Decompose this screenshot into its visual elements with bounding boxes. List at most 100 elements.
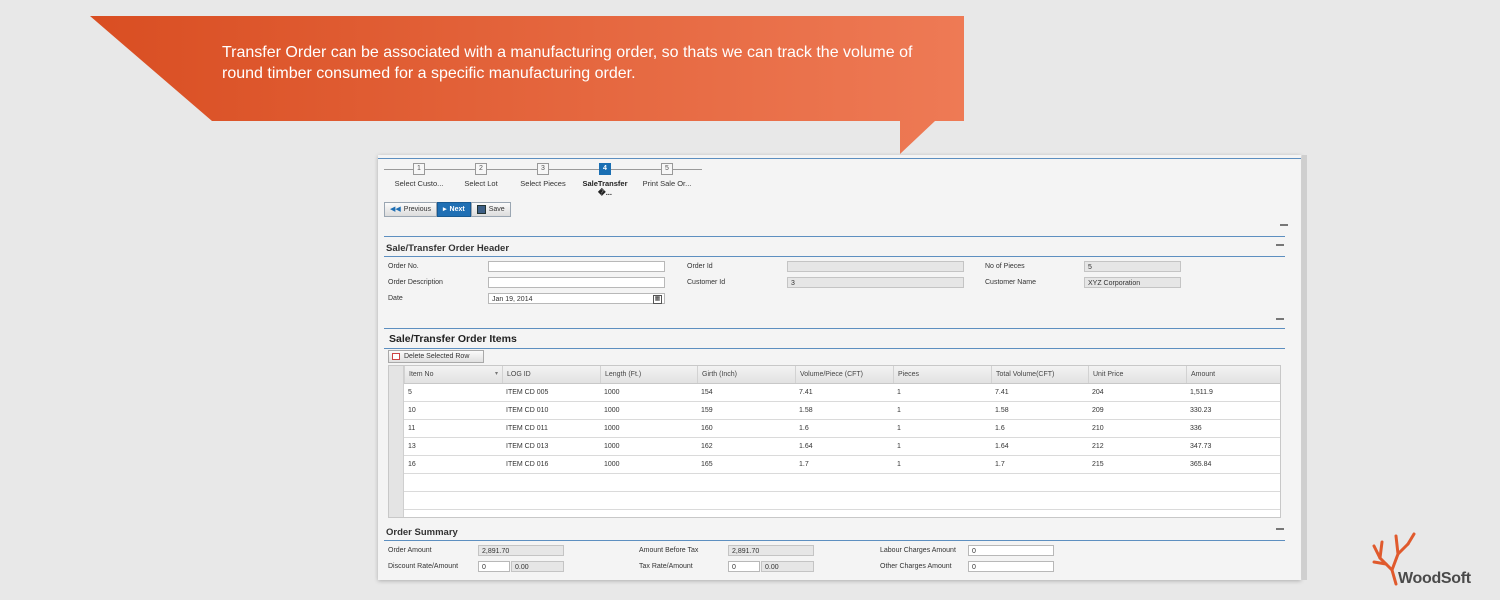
header-section-divider xyxy=(384,236,1285,237)
order-id-field xyxy=(787,261,964,272)
items-section-divider xyxy=(384,328,1285,329)
table-cell: 1.58 xyxy=(995,407,1009,414)
table-cell: 13 xyxy=(408,443,416,450)
delete-selected-row-button[interactable]: Delete Selected Row xyxy=(388,350,484,363)
items-title-underline xyxy=(384,348,1285,349)
table-cell: ITEM CD 005 xyxy=(506,389,549,396)
table-cell: 7.41 xyxy=(995,389,1009,396)
table-row[interactable] xyxy=(404,474,1280,492)
order-amount-field: 2,891.70 xyxy=(478,545,564,556)
order-no-input[interactable] xyxy=(488,261,665,272)
table-cell: ITEM CD 013 xyxy=(506,443,549,450)
labour-charges-label: Labour Charges Amount xyxy=(880,547,956,554)
wizard-step-3[interactable]: 3 Select Pieces xyxy=(508,163,578,188)
labour-charges-input[interactable]: 0 xyxy=(968,545,1054,556)
discount-rate-input[interactable]: 0 xyxy=(478,561,510,572)
step-label: Print Sale Or... xyxy=(642,179,692,188)
order-no-label: Order No. xyxy=(388,263,419,270)
table-row[interactable]: 5 ITEM CD 005 1000 154 7.41 1 7.41 204 1,511.9 xyxy=(404,384,1280,402)
table-row[interactable]: 16 ITEM CD 016 1000 165 1.7 1 1.7 215 365.84 xyxy=(404,456,1280,474)
table-cell: 11 xyxy=(408,425,416,432)
table-cell: 215 xyxy=(1092,461,1104,468)
customer-id-field: 3 xyxy=(787,277,964,288)
other-charges-label: Other Charges Amount xyxy=(880,563,952,570)
collapse-icon[interactable] xyxy=(1280,224,1288,226)
table-cell: 7.41 xyxy=(799,389,813,396)
table-row[interactable]: 13 ITEM CD 013 1000 162 1.64 1 1.64 212 347.73 xyxy=(404,438,1280,456)
table-cell: 10 xyxy=(408,407,416,414)
panel-scrollbar[interactable] xyxy=(1302,155,1307,580)
table-cell: 5 xyxy=(408,389,412,396)
column-header[interactable]: LOG ID xyxy=(502,366,600,383)
header-section-title: Sale/Transfer Order Header xyxy=(386,243,510,254)
column-header[interactable]: Girth (Inch) xyxy=(697,366,795,383)
step-number: 4 xyxy=(599,163,611,175)
column-header[interactable]: Item No ▾ xyxy=(404,366,502,383)
collapse-icon[interactable] xyxy=(1276,528,1284,530)
no-of-pieces-field: 5 xyxy=(1084,261,1181,272)
wizard-step-2[interactable]: 2 Select Lot xyxy=(446,163,516,188)
table-cell: 212 xyxy=(1092,443,1104,450)
table-cell: 160 xyxy=(701,425,713,432)
step-label: Select Lot xyxy=(464,179,498,188)
collapse-icon[interactable] xyxy=(1276,318,1284,320)
table-row[interactable]: 10 ITEM CD 010 1000 159 1.58 1 1.58 209 330.23 xyxy=(404,402,1280,420)
sort-icon[interactable]: ▾ xyxy=(495,366,498,383)
customer-name-label: Customer Name xyxy=(985,279,1036,286)
column-header[interactable]: Amount xyxy=(1186,366,1282,383)
tax-rate-input[interactable]: 0 xyxy=(728,561,760,572)
table-cell: 365.84 xyxy=(1190,461,1212,468)
step-number: 3 xyxy=(537,163,549,175)
table-cell: 165 xyxy=(701,461,713,468)
table-cell: 1000 xyxy=(604,425,620,432)
save-button[interactable]: Save xyxy=(470,202,511,217)
table-row[interactable] xyxy=(404,492,1280,510)
order-description-input[interactable] xyxy=(488,277,665,288)
table-cell: ITEM CD 016 xyxy=(506,461,549,468)
table-row[interactable]: 11 ITEM CD 011 1000 160 1.6 1 1.6 210 336 xyxy=(404,420,1280,438)
wizard-step-1[interactable]: 1 Select Custo... xyxy=(384,163,454,188)
delete-row-icon xyxy=(392,353,400,360)
table-cell: 1000 xyxy=(604,461,620,468)
wizard-step-4[interactable]: 4 SaleTransfer �... xyxy=(570,163,640,197)
tax-label: Tax Rate/Amount xyxy=(639,563,693,570)
wizard-step-5[interactable]: 5 Print Sale Or... xyxy=(632,163,702,188)
no-of-pieces-label: No of Pieces xyxy=(985,263,1025,270)
table-header: Item No ▾ LOG ID Length (Ft.) Girth (Inc… xyxy=(404,366,1280,384)
other-charges-input[interactable]: 0 xyxy=(968,561,1054,572)
table-cell: 154 xyxy=(701,389,713,396)
table-cell: 1.7 xyxy=(995,461,1005,468)
table-cell: 1 xyxy=(897,389,901,396)
discount-label: Discount Rate/Amount xyxy=(388,563,459,570)
discount-amount-field: 0.00 xyxy=(511,561,564,572)
amount-before-tax-field: 2,891.70 xyxy=(728,545,814,556)
table-cell: 1 xyxy=(897,425,901,432)
previous-button[interactable]: ◀◀ Previous xyxy=(384,202,438,217)
table-cell: 159 xyxy=(701,407,713,414)
top-divider xyxy=(378,158,1301,159)
column-header[interactable]: Unit Price xyxy=(1088,366,1186,383)
amount-before-tax-label: Amount Before Tax xyxy=(639,547,699,554)
order-items-table: Item No ▾ LOG ID Length (Ft.) Girth (Inc… xyxy=(388,365,1281,518)
table-cell: 1,511.9 xyxy=(1190,389,1213,396)
sale-transfer-panel: 1 Select Custo... 2 Select Lot 3 Select … xyxy=(378,155,1307,580)
step-number: 5 xyxy=(661,163,673,175)
next-button[interactable]: ▸ Next xyxy=(437,202,471,217)
column-header[interactable]: Total Volume(CFT) xyxy=(991,366,1088,383)
column-header[interactable]: Length (Ft.) xyxy=(600,366,697,383)
row-selector-column[interactable] xyxy=(389,366,404,517)
date-label: Date xyxy=(388,295,403,302)
date-input[interactable]: Jan 19, 2014 ▦ xyxy=(488,293,665,304)
woodsoft-logo: WoodSoft xyxy=(1370,532,1490,592)
calendar-icon[interactable]: ▦ xyxy=(653,295,662,304)
step-number: 2 xyxy=(475,163,487,175)
column-header[interactable]: Pieces xyxy=(893,366,991,383)
table-cell: 1.6 xyxy=(799,425,809,432)
table-cell: 1000 xyxy=(604,443,620,450)
table-cell: 204 xyxy=(1092,389,1104,396)
column-header[interactable]: Volume/Piece (CFT) xyxy=(795,366,893,383)
tax-amount-field: 0.00 xyxy=(761,561,814,572)
collapse-icon[interactable] xyxy=(1276,244,1284,246)
table-cell: 1.64 xyxy=(799,443,813,450)
table-cell: 210 xyxy=(1092,425,1104,432)
